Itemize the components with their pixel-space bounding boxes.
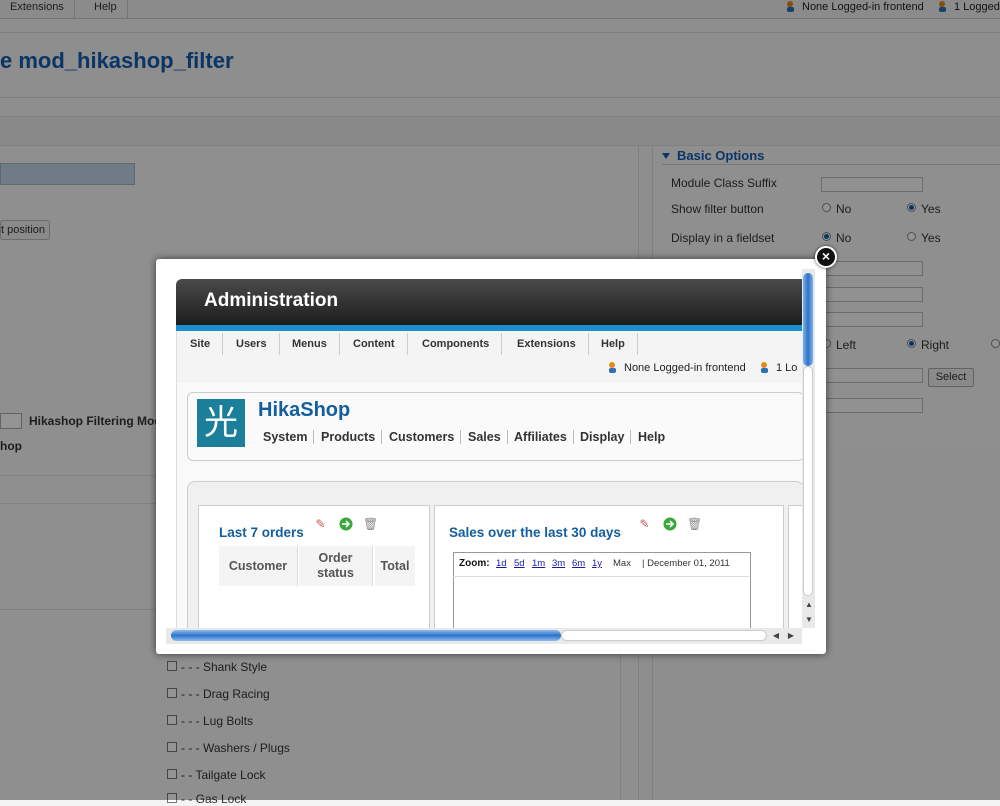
horizontal-scroll-track[interactable] <box>561 630 767 641</box>
hikashop-link-display[interactable]: Display <box>574 430 632 444</box>
horizontal-scroll-thumb[interactable] <box>171 630 561 641</box>
apply-icon[interactable] <box>338 517 353 531</box>
zoom-3m[interactable]: 3m <box>552 558 565 569</box>
hikashop-link-products[interactable]: Products <box>315 430 383 444</box>
admin-nav-extensions[interactable]: Extensions <box>505 333 589 355</box>
admin-status-frontend: None Logged-in frontend <box>608 361 746 374</box>
trash-icon[interactable]: 🗑 <box>687 517 702 531</box>
next-panel <box>788 505 802 628</box>
admin-title: Administration <box>204 290 339 311</box>
zoom-1m[interactable]: 1m <box>532 558 545 569</box>
hikashop-logo-icon: 光 <box>197 399 245 447</box>
zoom-1y[interactable]: 1y <box>592 558 602 569</box>
scroll-left-arrow-icon[interactable]: ◀ <box>770 630 782 642</box>
edit-icon[interactable]: ✎ <box>313 517 328 531</box>
zoom-6m[interactable]: 6m <box>572 558 585 569</box>
zoom-1d[interactable]: 1d <box>496 558 507 569</box>
scroll-up-arrow-icon[interactable]: ▲ <box>803 599 815 611</box>
zoom-max[interactable]: Max <box>613 558 631 569</box>
close-icon[interactable]: × <box>815 246 837 268</box>
admin-nav-components[interactable]: Components <box>410 333 503 355</box>
vertical-scroll-thumb[interactable] <box>803 273 813 366</box>
hikashop-link-help[interactable]: Help <box>632 430 671 444</box>
orders-col-status[interactable]: Order status <box>299 546 373 586</box>
admin-nav-help[interactable]: Help <box>589 333 638 355</box>
edit-icon[interactable]: ✎ <box>637 517 652 531</box>
admin-nav-users[interactable]: Users <box>224 333 280 355</box>
scroll-right-arrow-icon[interactable]: ▶ <box>785 630 797 642</box>
vertical-scroll-track[interactable] <box>803 366 813 596</box>
zoom-label: Zoom: <box>459 558 490 569</box>
users-icon <box>760 361 772 373</box>
sales-title: Sales over the last 30 days <box>449 525 621 540</box>
scroll-down-arrow-icon[interactable]: ▼ <box>803 614 815 626</box>
hikashop-title: HikaShop <box>258 399 351 421</box>
hikashop-link-sales[interactable]: Sales <box>462 430 508 444</box>
modal-viewport: Administration Site Users Menus Content … <box>166 269 802 628</box>
hikashop-link-system[interactable]: System <box>257 430 315 444</box>
admin-nav-content[interactable]: Content <box>341 333 408 355</box>
hikashop-link-customers[interactable]: Customers <box>383 430 462 444</box>
orders-col-total[interactable]: Total <box>375 546 415 586</box>
admin-status-logged: 1 Lo <box>760 361 797 374</box>
apply-icon[interactable] <box>662 517 677 531</box>
orders-col-customer[interactable]: Customer <box>219 546 298 586</box>
chart-date: | December 01, 2011 <box>642 558 730 569</box>
users-icon <box>608 361 620 373</box>
zoom-5d[interactable]: 5d <box>514 558 525 569</box>
admin-nav-site[interactable]: Site <box>178 333 224 355</box>
admin-nav-menus[interactable]: Menus <box>280 333 340 355</box>
orders-title: Last 7 orders <box>219 525 304 540</box>
hikashop-link-affiliates[interactable]: Affiliates <box>508 430 574 444</box>
trash-icon[interactable]: 🗑 <box>363 517 378 531</box>
